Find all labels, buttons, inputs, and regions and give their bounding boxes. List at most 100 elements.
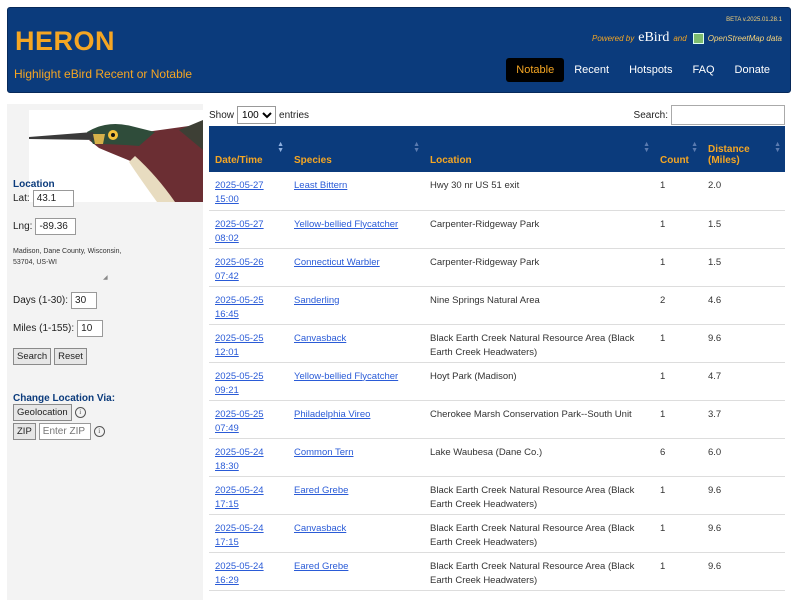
main-nav: Notable Recent Hotspots FAQ Donate bbox=[506, 58, 780, 82]
species-link[interactable]: Eared Grebe bbox=[294, 561, 348, 572]
column-header-datetime[interactable]: Date/Time ▲ ▼ bbox=[209, 126, 288, 172]
checklist-link[interactable]: 2025-05-27 08:02 bbox=[215, 219, 264, 244]
table-row: 2025-05-24 18:30 Common Tern Lake Waubesa (… bbox=[209, 438, 785, 477]
days-input[interactable] bbox=[71, 292, 98, 309]
entries-select[interactable]: 100 bbox=[237, 106, 277, 124]
obs-time: 12:01 bbox=[215, 346, 239, 358]
miles-label: Miles (1-155): bbox=[13, 323, 75, 334]
cell-count: 1 bbox=[654, 362, 702, 401]
lat-label: Lat: bbox=[13, 193, 30, 204]
species-link[interactable]: Eared Grebe bbox=[294, 485, 348, 496]
species-link[interactable]: Philadelphia Vireo bbox=[294, 409, 370, 420]
info-icon[interactable]: i bbox=[74, 407, 86, 418]
cell-datetime: 2025-05-26 07:42 bbox=[209, 248, 288, 287]
cell-distance: 4.7 bbox=[702, 362, 785, 401]
app-subtitle: Highlight eBird Recent or Notable bbox=[14, 67, 193, 81]
species-link[interactable]: Yellow-bellied Flycatcher bbox=[294, 371, 398, 382]
reset-button[interactable]: Reset bbox=[54, 348, 87, 365]
species-link[interactable]: Yellow-bellied Flycatcher bbox=[294, 219, 398, 230]
cell-datetime: 2025-05-25 09:21 bbox=[209, 362, 288, 401]
column-header-location[interactable]: Location ▲ ▼ bbox=[424, 126, 654, 172]
geolocation-button[interactable]: Geolocation bbox=[13, 404, 72, 421]
obs-date: 2025-05-25 bbox=[215, 332, 264, 344]
nav-donate[interactable]: Donate bbox=[725, 58, 780, 82]
nav-faq[interactable]: FAQ bbox=[683, 58, 725, 82]
checklist-link[interactable]: 2025-05-24 17:15 bbox=[215, 485, 264, 510]
obs-date: 2025-05-26 bbox=[215, 256, 264, 268]
cell-count: 6 bbox=[654, 438, 702, 477]
address-textarea[interactable]: Madison, Dane County, Wisconsin, 53704, … bbox=[13, 246, 123, 268]
checklist-link[interactable]: 2025-05-24 17:15 bbox=[215, 523, 264, 548]
observations-table: Date/Time ▲ ▼ Species ▲ ▼ Location ▲ ▼ Coun… bbox=[209, 126, 785, 591]
location-heading: Location bbox=[13, 179, 55, 190]
obs-date: 2025-05-25 bbox=[215, 408, 264, 420]
table-row: 2025-05-24 16:29 Eared Grebe Black Earth Cr… bbox=[209, 552, 785, 591]
checklist-link[interactable]: 2025-05-25 09:21 bbox=[215, 371, 264, 396]
nav-notable[interactable]: Notable bbox=[506, 58, 565, 82]
miles-input[interactable] bbox=[77, 320, 104, 337]
checklist-link[interactable]: 2025-05-25 16:45 bbox=[215, 295, 264, 320]
species-link[interactable]: Canvasback bbox=[294, 333, 346, 344]
cell-count: 1 bbox=[654, 210, 702, 249]
obs-date: 2025-05-24 bbox=[215, 446, 264, 458]
cell-datetime: 2025-05-27 15:00 bbox=[209, 172, 288, 211]
column-header-count[interactable]: Count ▲ ▼ bbox=[654, 126, 702, 172]
cell-datetime: 2025-05-25 12:01 bbox=[209, 324, 288, 363]
obs-time: 16:29 bbox=[215, 574, 239, 586]
zip-input[interactable] bbox=[38, 423, 91, 440]
miles-row: Miles (1-155): bbox=[13, 320, 104, 337]
cell-distance: 9.6 bbox=[702, 514, 785, 553]
zip-button[interactable]: ZIP bbox=[13, 423, 36, 440]
species-link[interactable]: Connecticut Warbler bbox=[294, 257, 380, 268]
cell-species: Least Bittern bbox=[288, 172, 424, 211]
table-row: 2025-05-26 07:42 Connecticut Warbler Carpen… bbox=[209, 248, 785, 287]
column-header-species[interactable]: Species ▲ ▼ bbox=[288, 126, 424, 172]
powered-by: Powered by eBird and OpenStreetMap data bbox=[592, 30, 782, 46]
lat-row: Lat: bbox=[13, 190, 74, 207]
obs-time: 15:00 bbox=[215, 194, 239, 205]
cell-datetime: 2025-05-24 17:15 bbox=[209, 476, 288, 515]
cell-datetime: 2025-05-25 16:45 bbox=[209, 286, 288, 325]
ebird-logo[interactable]: eBird bbox=[638, 30, 669, 46]
show-label: Show bbox=[209, 109, 235, 121]
column-header-label: (Miles) bbox=[708, 155, 740, 166]
osm-link[interactable]: OpenStreetMap data bbox=[708, 34, 782, 43]
sort-icon: ▲ ▼ bbox=[643, 141, 650, 154]
obs-time: 16:45 bbox=[215, 308, 239, 320]
openstreetmap-icon bbox=[692, 32, 704, 44]
table-row: 2025-05-25 16:45 Sanderling Nine Springs Na… bbox=[209, 286, 785, 325]
obs-date: 2025-05-24 bbox=[215, 522, 264, 534]
version-label: BETA v.2025.01.28.1 bbox=[726, 17, 782, 23]
checklist-link[interactable]: 2025-05-25 07:49 bbox=[215, 409, 264, 434]
search-button[interactable]: Search bbox=[13, 348, 52, 365]
checklist-link[interactable]: 2025-05-24 16:29 bbox=[215, 561, 264, 586]
table-search-label: Search: bbox=[633, 109, 668, 121]
lng-input[interactable] bbox=[35, 218, 77, 235]
species-link[interactable]: Common Tern bbox=[294, 447, 354, 458]
lat-input[interactable] bbox=[32, 190, 74, 207]
species-link[interactable]: Sanderling bbox=[294, 295, 339, 306]
cell-location: Black Earth Creek Natural Resource Area … bbox=[424, 514, 654, 553]
cell-species: Yellow-bellied Flycatcher bbox=[288, 210, 424, 249]
checklist-link[interactable]: 2025-05-26 07:42 bbox=[215, 257, 264, 282]
obs-date: 2025-05-25 bbox=[215, 294, 264, 306]
obs-time: 08:02 bbox=[215, 232, 239, 244]
checklist-link[interactable]: 2025-05-25 12:01 bbox=[215, 333, 264, 358]
and-label: and bbox=[673, 33, 687, 43]
species-link[interactable]: Least Bittern bbox=[294, 180, 347, 191]
sort-icon: ▲ ▼ bbox=[691, 141, 698, 154]
resize-grip-icon[interactable]: ◢ bbox=[103, 274, 108, 281]
column-header-label: Count bbox=[660, 155, 689, 166]
lng-row: Lng: bbox=[13, 218, 77, 235]
cell-count: 1 bbox=[654, 514, 702, 553]
nav-hotspots[interactable]: Hotspots bbox=[619, 58, 682, 82]
column-header-distance[interactable]: Distance (Miles) ▲ ▼ bbox=[702, 126, 785, 172]
info-icon[interactable]: i bbox=[93, 426, 105, 437]
cell-location: Carpenter-Ridgeway Park bbox=[424, 210, 654, 249]
nav-recent[interactable]: Recent bbox=[564, 58, 619, 82]
table-search-input[interactable] bbox=[671, 105, 785, 125]
checklist-link[interactable]: 2025-05-27 15:00 bbox=[215, 180, 264, 205]
species-link[interactable]: Canvasback bbox=[294, 523, 346, 534]
checklist-link[interactable]: 2025-05-24 18:30 bbox=[215, 447, 264, 472]
cell-location: Black Earth Creek Natural Resource Area … bbox=[424, 552, 654, 591]
